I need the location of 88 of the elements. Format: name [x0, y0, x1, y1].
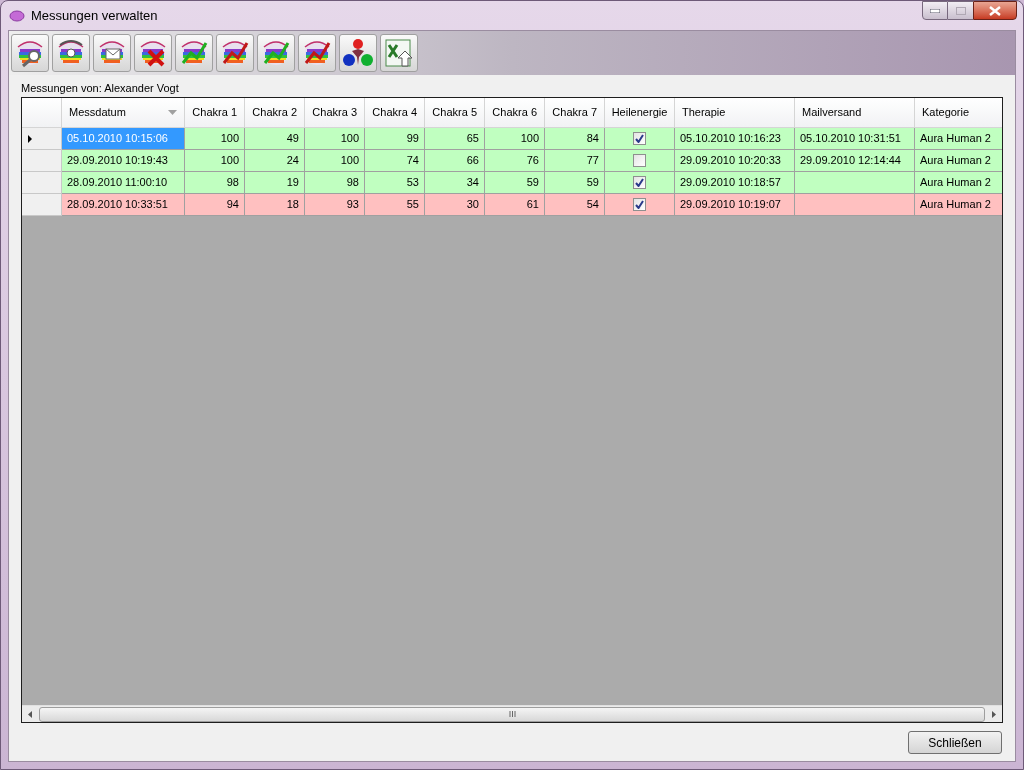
toolbar-button[interactable] [380, 34, 418, 72]
toolbar-button[interactable] [298, 34, 336, 72]
table-cell: 59 [485, 172, 545, 194]
checkmark-icon [635, 200, 644, 209]
corner-header [22, 98, 62, 128]
column-header[interactable]: Mailversand [795, 98, 915, 128]
column-header[interactable]: Chakra 3 [305, 98, 365, 128]
window-title: Messungen verwalten [31, 6, 158, 25]
table-cell: 77 [545, 150, 605, 172]
checkbox[interactable] [633, 176, 646, 189]
table-cell: 66 [425, 150, 485, 172]
table-cell: 100 [305, 128, 365, 150]
table-cell: 98 [305, 172, 365, 194]
table-cell: 94 [185, 194, 245, 216]
column-header[interactable]: Chakra 2 [245, 98, 305, 128]
table-cell: 19 [245, 172, 305, 194]
minimize-button[interactable] [922, 1, 948, 20]
table-cell: 05.10.2010 10:31:51 [795, 128, 915, 150]
column-header[interactable]: Chakra 7 [545, 98, 605, 128]
table-cell: 49 [245, 128, 305, 150]
close-window-button[interactable] [973, 1, 1017, 20]
close-button[interactable]: Schließen [908, 731, 1002, 754]
table-cell: 74 [365, 150, 425, 172]
table-cell: 29.09.2010 10:19:43 [62, 150, 185, 172]
table-cell: 30 [425, 194, 485, 216]
column-header[interactable]: Chakra 1 [185, 98, 245, 128]
table-cell: 55 [365, 194, 425, 216]
grip-icon [508, 711, 516, 717]
table-cell: 05.10.2010 10:16:23 [675, 128, 795, 150]
table-cell: 28.09.2010 11:00:10 [62, 172, 185, 194]
table-cell: 98 [185, 172, 245, 194]
toolbar-button[interactable] [216, 34, 254, 72]
maximize-icon [955, 6, 966, 15]
column-header[interactable]: Therapie [675, 98, 795, 128]
table-cell: 18 [245, 194, 305, 216]
maximize-button[interactable] [948, 1, 973, 20]
column-header[interactable]: Chakra 5 [425, 98, 485, 128]
table-cell: 34 [425, 172, 485, 194]
table-cell: 65 [425, 128, 485, 150]
checkmark-icon [635, 178, 644, 187]
toolbar-button[interactable] [175, 34, 213, 72]
owner-label: Messungen von: Alexander Vogt [21, 81, 179, 95]
toolbar-button[interactable] [93, 34, 131, 72]
close-icon [989, 5, 1001, 16]
checkbox[interactable] [633, 132, 646, 145]
column-header[interactable]: Messdatum [62, 98, 185, 128]
toolbar-button[interactable] [52, 34, 90, 72]
table-cell: 99 [365, 128, 425, 150]
table-cell: Aura Human 2 [915, 194, 1002, 216]
table-cell: 100 [485, 128, 545, 150]
column-header[interactable]: Chakra 6 [485, 98, 545, 128]
column-header[interactable]: Heilenergie [605, 98, 675, 128]
table-cell: Aura Human 2 [915, 172, 1002, 194]
table-cell: 76 [485, 150, 545, 172]
table-cell: 54 [545, 194, 605, 216]
table-cell: 29.09.2010 10:18:57 [675, 172, 795, 194]
table-cell: 24 [245, 150, 305, 172]
table-cell: 100 [185, 150, 245, 172]
table-cell: 28.09.2010 10:33:51 [62, 194, 185, 216]
table-cell: 29.09.2010 10:19:07 [675, 194, 795, 216]
table-cell: 100 [185, 128, 245, 150]
table-cell: Aura Human 2 [915, 150, 1002, 172]
row-header[interactable] [22, 128, 62, 150]
toolbar-button[interactable] [257, 34, 295, 72]
table-cell: 29.09.2010 10:20:33 [675, 150, 795, 172]
checkbox[interactable] [633, 198, 646, 211]
current-row-icon [28, 134, 32, 143]
table-cell: 84 [545, 128, 605, 150]
table-cell: 93 [305, 194, 365, 216]
spreadsheet-export-icon [383, 37, 415, 69]
table-cell: 53 [365, 172, 425, 194]
toolbar-button[interactable] [11, 34, 49, 72]
sort-icon [168, 110, 177, 115]
table-cell: 05.10.2010 10:15:06 [62, 128, 185, 150]
checkmark-icon [635, 134, 644, 143]
checkbox[interactable] [633, 154, 646, 167]
table-cell: 100 [305, 150, 365, 172]
toolbar-button[interactable] [134, 34, 172, 72]
people-icon [342, 37, 374, 69]
table-cell: Aura Human 2 [915, 128, 1002, 150]
minimize-icon [930, 8, 940, 13]
table-cell: 61 [485, 194, 545, 216]
app-icon [9, 8, 25, 23]
column-header[interactable]: Kategorie [915, 98, 1002, 128]
table-cell: 59 [545, 172, 605, 194]
table-cell: 29.09.2010 12:14:44 [795, 150, 915, 172]
toolbar-button[interactable] [339, 34, 377, 72]
column-header[interactable]: Chakra 4 [365, 98, 425, 128]
